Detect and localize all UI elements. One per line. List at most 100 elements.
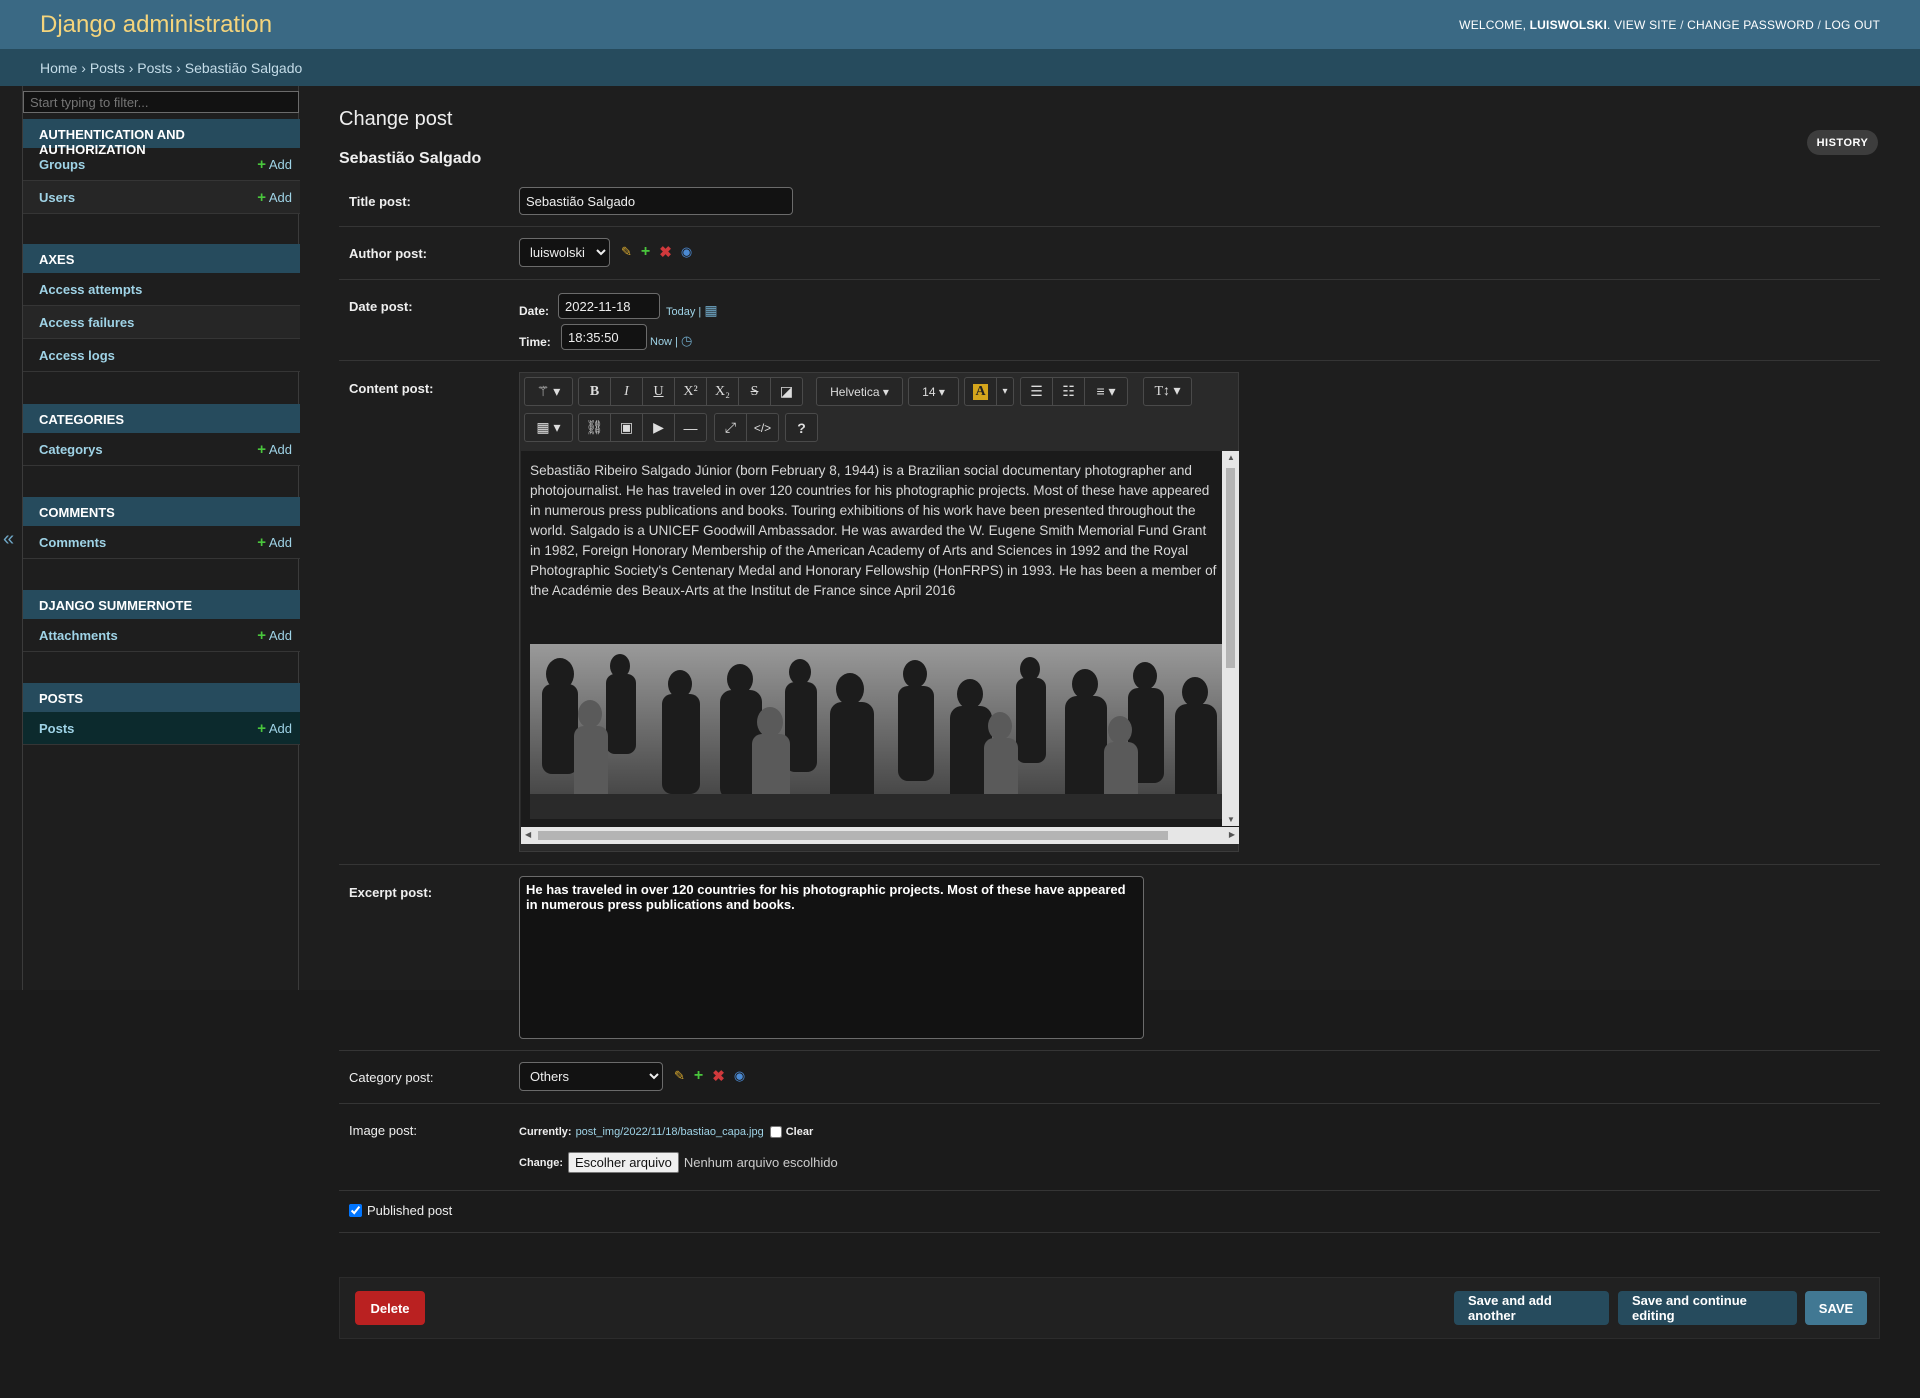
sidebar-item-label[interactable]: Categorys — [39, 442, 103, 457]
line-height-dropdown[interactable]: T↕ ▾ — [1143, 377, 1192, 406]
calendar-icon[interactable]: ▦ — [704, 302, 717, 318]
save-and-add-another-button[interactable]: Save and add another — [1454, 1291, 1609, 1325]
bold-button[interactable]: B — [578, 377, 611, 406]
toolbar-view-group: ⤢ </> — [714, 413, 779, 442]
sidebar-add-link[interactable]: + Add — [257, 441, 292, 458]
title-label: Title post: — [349, 194, 411, 209]
sidebar-add-link[interactable]: + Add — [257, 720, 292, 737]
sidebar-add-link[interactable]: + Add — [257, 534, 292, 551]
x-icon[interactable]: ✖ — [659, 243, 672, 261]
superscript-button[interactable]: X² — [674, 377, 707, 406]
toggle-nav-sidebar-icon[interactable]: « — [3, 528, 14, 551]
category-select[interactable]: Others — [519, 1062, 663, 1091]
italic-button[interactable]: I — [610, 377, 643, 406]
excerpt-textarea[interactable]: He has traveled in over 120 countries fo… — [519, 876, 1144, 1039]
toolbar-fontsize-group: 14 ▾ — [908, 377, 959, 406]
sidebar-item-label[interactable]: Posts — [39, 721, 74, 736]
scroll-right-icon[interactable]: ▶ — [1229, 830, 1235, 839]
insert-link-button[interactable]: ⛓ — [578, 413, 611, 442]
sidebar-add-link[interactable]: + Add — [257, 156, 292, 173]
strikethrough-button[interactable]: S — [738, 377, 771, 406]
font-size-dropdown[interactable]: 14 ▾ — [908, 377, 959, 406]
editor-content-area[interactable]: Sebastião Ribeiro Salgado Júnior (born F… — [521, 451, 1239, 844]
published-checkbox[interactable] — [349, 1204, 362, 1217]
view-site-link[interactable]: VIEW SITE — [1614, 18, 1676, 32]
title-input[interactable] — [519, 187, 793, 215]
delete-button[interactable]: Delete — [355, 1291, 425, 1325]
scroll-left-icon[interactable]: ◀ — [525, 830, 531, 839]
editor-vertical-scrollbar[interactable]: ▲ ▼ — [1222, 451, 1239, 826]
time-input[interactable] — [561, 324, 647, 350]
fullscreen-button[interactable]: ⤢ — [714, 413, 747, 442]
module-axes: AXES Access attempts Access failures Acc… — [23, 244, 300, 372]
style-wand-button[interactable]: ⚚ ▾ — [524, 377, 573, 406]
expand-icon: ⤢ — [724, 419, 737, 435]
color-dropdown-button[interactable]: ▾ — [996, 377, 1014, 406]
form-row-title: Title post: — [339, 176, 1880, 227]
pencil-icon[interactable]: ✎ — [621, 244, 632, 260]
sidebar-item-label[interactable]: Comments — [39, 535, 106, 550]
text-color-button[interactable]: A — [964, 377, 997, 406]
eye-icon[interactable]: ◉ — [681, 244, 692, 260]
plus-icon[interactable]: + — [641, 243, 650, 261]
module-caption[interactable]: CATEGORIES — [23, 404, 300, 433]
history-button[interactable]: HISTORY — [1807, 130, 1878, 155]
codeview-button[interactable]: </> — [746, 413, 779, 442]
sidebar-item-label[interactable]: Access attempts — [39, 282, 142, 297]
horizontal-rule-button[interactable]: — — [674, 413, 707, 442]
sidebar-add-link[interactable]: + Add — [257, 627, 292, 644]
module-caption[interactable]: AUTHENTICATION AND AUTHORIZATION — [23, 119, 300, 157]
sidebar-filter-input[interactable] — [23, 91, 299, 113]
choose-file-button[interactable]: Escolher arquivo — [568, 1152, 679, 1173]
date-input[interactable] — [558, 293, 660, 319]
breadcrumb-home[interactable]: Home — [40, 60, 77, 76]
clear-checkbox[interactable] — [769, 1126, 782, 1138]
current-image-link[interactable]: post_img/2022/11/18/bastiao_capa.jpg — [576, 1126, 764, 1138]
save-button[interactable]: SAVE — [1805, 1291, 1867, 1325]
scroll-down-icon[interactable]: ▼ — [1227, 815, 1235, 824]
help-button[interactable]: ? — [785, 413, 818, 442]
breadcrumb-model[interactable]: Posts — [137, 60, 172, 76]
logout-link[interactable]: LOG OUT — [1825, 18, 1880, 32]
underline-button[interactable]: U — [642, 377, 675, 406]
today-link[interactable]: Today | ▦ — [666, 302, 718, 319]
font-family-dropdown[interactable]: Helvetica ▾ — [816, 377, 903, 406]
module-caption[interactable]: AXES — [23, 244, 300, 273]
insert-video-button[interactable]: ▶ — [642, 413, 675, 442]
sidebar-item-label[interactable]: Attachments — [39, 628, 118, 643]
editor-horizontal-scrollbar[interactable]: ◀ ▶ — [521, 827, 1239, 844]
table-dropdown[interactable]: ▦ ▾ — [524, 413, 573, 442]
scroll-up-icon[interactable]: ▲ — [1227, 453, 1235, 462]
author-select[interactable]: luiswolski — [519, 238, 610, 267]
ordered-list-button[interactable]: ☷ — [1052, 377, 1085, 406]
sidebar-add-link[interactable]: + Add — [257, 189, 292, 206]
pencil-icon[interactable]: ✎ — [674, 1068, 685, 1084]
form-row-published: Published post — [339, 1191, 1880, 1233]
sidebar-item-label[interactable]: Users — [39, 190, 75, 205]
unordered-list-button[interactable]: ☰ — [1020, 377, 1053, 406]
save-and-continue-button[interactable]: Save and continue editing — [1618, 1291, 1797, 1325]
sidebar-item-label[interactable]: Groups — [39, 157, 85, 172]
change-password-link[interactable]: CHANGE PASSWORD — [1687, 18, 1814, 32]
eye-icon[interactable]: ◉ — [734, 1068, 745, 1084]
sidebar-item-label[interactable]: Access logs — [39, 348, 115, 363]
sidebar-item-label[interactable]: Access failures — [39, 315, 134, 330]
insert-picture-button[interactable]: ▣ — [610, 413, 643, 442]
font-color-icon: A — [973, 383, 988, 400]
form-row-excerpt: Excerpt post: He has traveled in over 12… — [339, 865, 1880, 1051]
module-caption[interactable]: DJANGO SUMMERNOTE — [23, 590, 300, 619]
subscript-button[interactable]: X₂ — [706, 377, 739, 406]
clock-icon[interactable]: ◷ — [681, 333, 692, 348]
content-label: Content post: — [349, 381, 434, 396]
breadcrumb-app[interactable]: Posts — [90, 60, 125, 76]
module-caption[interactable]: COMMENTS — [23, 497, 300, 526]
clear-format-button[interactable]: ◪ — [770, 377, 803, 406]
site-branding[interactable]: Django administration — [40, 11, 272, 39]
now-link[interactable]: Now | ◷ — [650, 333, 692, 349]
x-icon[interactable]: ✖ — [712, 1067, 725, 1085]
module-caption[interactable]: POSTS — [23, 683, 300, 712]
scrollbar-thumb[interactable] — [1226, 468, 1235, 668]
paragraph-align-dropdown[interactable]: ≡ ▾ — [1084, 377, 1128, 406]
scrollbar-thumb[interactable] — [538, 831, 1168, 840]
plus-icon[interactable]: + — [694, 1067, 703, 1085]
